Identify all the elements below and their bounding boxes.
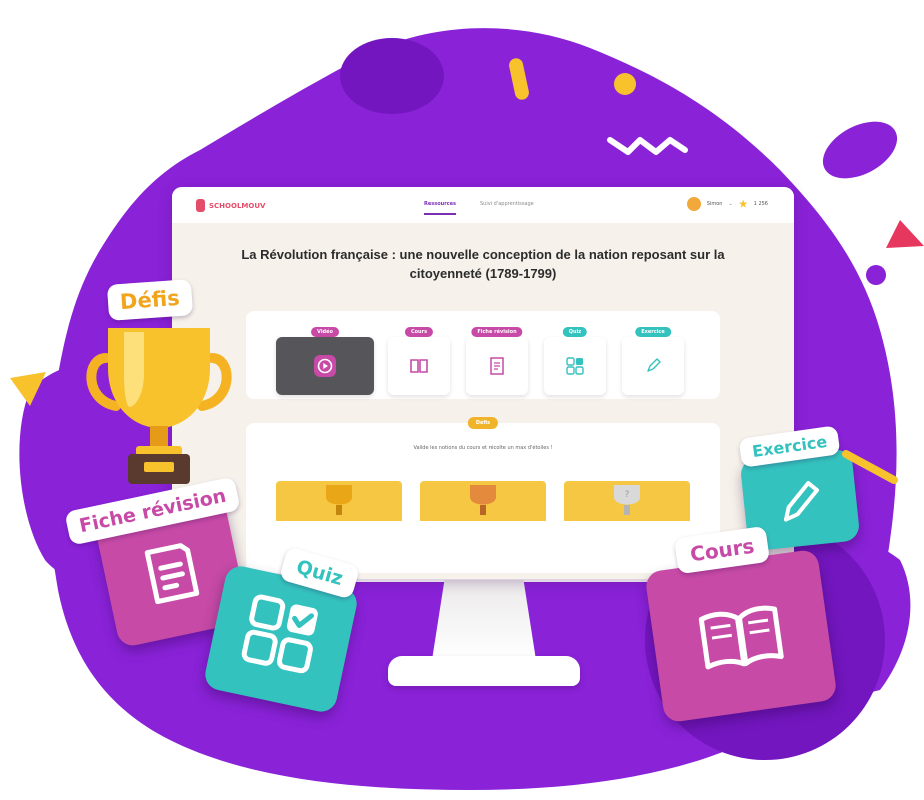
logo-icon bbox=[196, 199, 205, 212]
floating-defis-label: Défis bbox=[106, 279, 193, 321]
play-icon bbox=[314, 355, 336, 377]
tab-ressources[interactable]: Ressources bbox=[424, 201, 456, 215]
quiz-grid-icon bbox=[566, 357, 584, 375]
trophy-illustration bbox=[86, 328, 232, 484]
star-icon bbox=[738, 199, 748, 208]
chevron-down-icon: ⌄ bbox=[728, 201, 733, 207]
screen-body: La Révolution française : une nouvelle c… bbox=[172, 223, 794, 579]
module-quiz-label: Quiz bbox=[562, 327, 588, 337]
bronze-trophy-icon bbox=[470, 485, 496, 515]
module-fiche-revision[interactable]: Fiche révision bbox=[466, 327, 528, 395]
defi-card-locked[interactable]: ? bbox=[564, 481, 690, 521]
pencil-icon bbox=[647, 358, 661, 372]
module-fiche-label: Fiche révision bbox=[471, 327, 523, 337]
cours-card[interactable] bbox=[644, 548, 838, 724]
book-icon bbox=[698, 605, 784, 670]
floating-dot bbox=[866, 265, 886, 285]
page-title: La Révolution française : une nouvelle c… bbox=[241, 247, 725, 281]
defis-badge: Défis bbox=[467, 417, 499, 429]
nav-tabs: Ressources Suivi d'apprentissage bbox=[424, 201, 534, 215]
defi-card-gold[interactable] bbox=[276, 481, 402, 521]
svg-text:?: ? bbox=[625, 490, 630, 500]
user-menu[interactable]: Simon ⌄ 1 256 bbox=[686, 197, 768, 211]
quiz-grid-icon bbox=[241, 594, 318, 674]
top-nav: SCHOOLMOUV Ressources Suivi d'apprentiss… bbox=[172, 187, 794, 224]
stars-count: 1 256 bbox=[753, 201, 768, 207]
locked-trophy-icon: ? bbox=[614, 485, 640, 515]
logo-text: SCHOOLMOUV bbox=[209, 201, 266, 210]
avatar bbox=[686, 197, 701, 211]
document-icon bbox=[144, 543, 200, 605]
logo[interactable]: SCHOOLMOUV bbox=[196, 199, 265, 212]
defi-card-bronze[interactable] bbox=[420, 481, 546, 521]
defis-description: Valide les notions du cours et récolte u… bbox=[413, 445, 553, 451]
yellow-dot bbox=[614, 73, 636, 95]
module-video[interactable]: Vidéo bbox=[276, 327, 374, 395]
monitor-neck bbox=[432, 580, 536, 660]
module-cours-label: Cours bbox=[404, 327, 434, 337]
modules-panel: Vidéo Cours Fiche révision Quiz Exercice bbox=[246, 311, 720, 399]
module-exercice[interactable]: Exercice bbox=[622, 327, 684, 395]
illustration-stage: SCHOOLMOUV Ressources Suivi d'apprentiss… bbox=[0, 0, 924, 800]
floating-oval bbox=[822, 121, 898, 179]
red-triangle bbox=[886, 220, 924, 248]
defis-panel: Défis Valide les notions du cours et réc… bbox=[246, 417, 720, 573]
monitor-screen: SCHOOLMOUV Ressources Suivi d'apprentiss… bbox=[172, 187, 794, 579]
yellow-stick bbox=[842, 450, 898, 484]
tab-suivi[interactable]: Suivi d'apprentissage bbox=[480, 201, 534, 207]
gold-trophy-icon bbox=[326, 485, 352, 515]
module-cours[interactable]: Cours bbox=[388, 327, 450, 395]
book-icon bbox=[410, 359, 428, 373]
dark-blob bbox=[340, 38, 444, 114]
pencil-icon bbox=[783, 481, 820, 522]
module-exercice-label: Exercice bbox=[635, 327, 671, 337]
module-video-label: Vidéo bbox=[311, 327, 339, 337]
monitor-foot bbox=[388, 656, 580, 686]
module-quiz[interactable]: Quiz bbox=[544, 327, 606, 395]
document-icon bbox=[490, 357, 504, 375]
user-name: Simon bbox=[706, 201, 723, 207]
